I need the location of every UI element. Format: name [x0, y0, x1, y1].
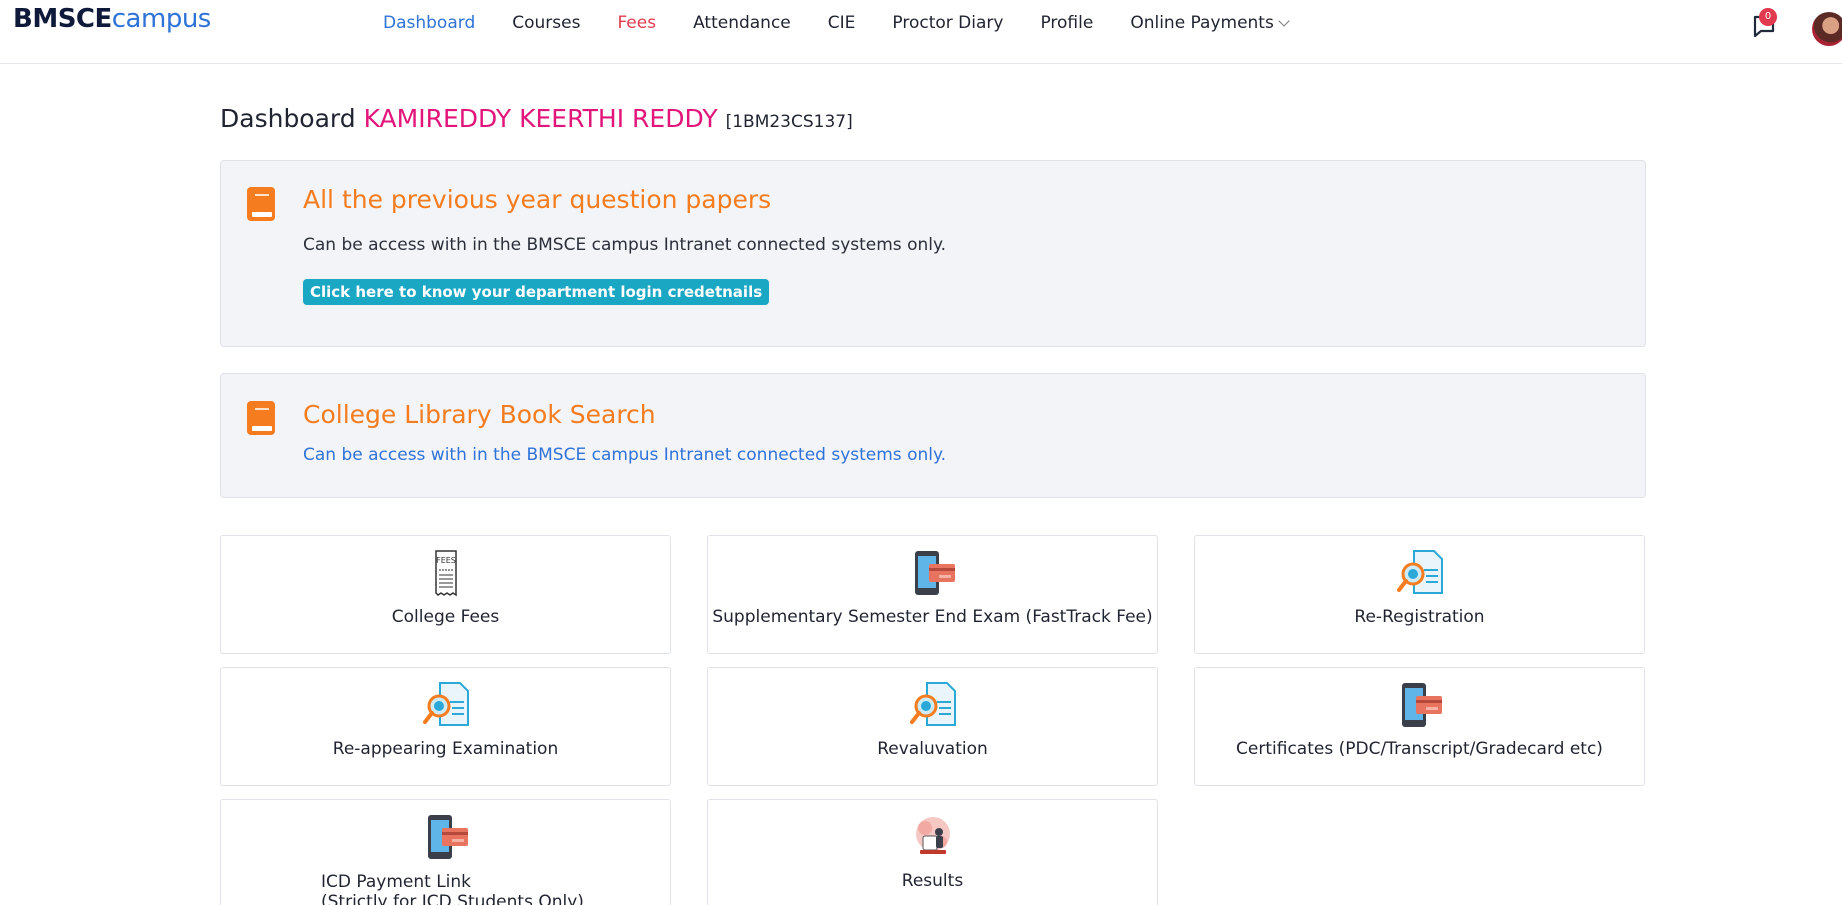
top-navbar: BMSCEcampus Dashboard Courses Fees Atten…: [0, 0, 1842, 64]
nav-profile[interactable]: Profile: [1040, 13, 1093, 33]
mobile-payment-icon: [1401, 683, 1442, 727]
nav-courses[interactable]: Courses: [512, 13, 580, 33]
brand-logo[interactable]: BMSCEcampus: [13, 4, 211, 34]
chevron-down-icon: [1278, 15, 1290, 27]
mobile-payment-icon: [914, 551, 955, 595]
page-title-prefix: Dashboard: [220, 104, 356, 133]
tile-label-block: ICD Payment Link (Strictly for ICD Stude…: [321, 872, 770, 905]
question-papers-note: Can be access with in the BMSCE campus I…: [303, 235, 947, 255]
tile-icd-payment-link[interactable]: ICD Payment Link (Strictly for ICD Stude…: [220, 799, 671, 905]
nav-attendance[interactable]: Attendance: [693, 13, 791, 33]
document-search-icon: [1396, 550, 1443, 594]
notification-badge: 0: [1759, 8, 1777, 26]
document-search-icon: [422, 682, 469, 726]
main-nav: Dashboard Courses Fees Attendance CIE Pr…: [383, 13, 1325, 33]
logo-bold: BMSCE: [13, 4, 112, 34]
fees-receipt-icon: FEES: [434, 550, 457, 597]
tile-label: Re-appearing Examination: [332, 739, 559, 759]
tile-label: Certificates (PDC/Transcript/Gradecard e…: [1236, 739, 1603, 759]
tile-label: Supplementary Semester End Exam (FastTra…: [712, 607, 1153, 627]
avatar[interactable]: [1812, 12, 1842, 46]
tile-label: ICD Payment Link: [321, 872, 472, 892]
library-search-card[interactable]: College Library Book Search Can be acces…: [220, 373, 1646, 498]
question-papers-card: All the previous year question papers Ca…: [220, 160, 1646, 347]
tile-certificates[interactable]: Certificates (PDC/Transcript/Gradecard e…: [1194, 667, 1645, 786]
library-search-title: College Library Book Search: [303, 400, 656, 429]
results-illustration-icon: [915, 817, 950, 854]
tile-label: Revaluvation: [877, 739, 988, 759]
nav-online-payments-label: Online Payments: [1130, 13, 1274, 33]
tile-revaluvation[interactable]: Revaluvation: [707, 667, 1158, 786]
tile-label: College Fees: [391, 607, 500, 627]
nav-online-payments[interactable]: Online Payments: [1130, 13, 1290, 33]
page-title: Dashboard KAMIREDDY KEERTHI REDDY [1BM23…: [220, 104, 853, 133]
tile-results[interactable]: Results: [707, 799, 1158, 905]
nav-fees[interactable]: Fees: [617, 13, 656, 33]
document-search-icon: [909, 682, 956, 726]
svg-text:FEES: FEES: [436, 556, 456, 565]
login-credentials-button[interactable]: Click here to know your department login…: [303, 279, 770, 305]
book-icon: [247, 401, 275, 435]
tile-label: Results: [901, 871, 964, 891]
question-papers-title: All the previous year question papers: [303, 185, 772, 214]
tile-label: Re-Registration: [1354, 607, 1485, 627]
book-icon: [247, 187, 275, 221]
library-search-link[interactable]: Can be access with in the BMSCE campus I…: [303, 445, 946, 465]
tile-re-appearing-exam[interactable]: Re-appearing Examination: [220, 667, 671, 786]
tile-college-fees[interactable]: FEES College Fees: [220, 535, 671, 654]
mobile-payment-icon: [427, 815, 468, 859]
logo-light: campus: [111, 4, 212, 34]
student-name: KAMIREDDY KEERTHI REDDY: [363, 104, 718, 133]
tile-supplementary-exam[interactable]: Supplementary Semester End Exam (FastTra…: [707, 535, 1158, 654]
tile-re-registration[interactable]: Re-Registration: [1194, 535, 1645, 654]
student-usn: [1BM23CS137]: [725, 112, 853, 132]
nav-dashboard[interactable]: Dashboard: [383, 13, 475, 33]
nav-proctor-diary[interactable]: Proctor Diary: [892, 13, 1003, 33]
nav-cie[interactable]: CIE: [828, 13, 856, 33]
tile-sublabel: (Strictly for ICD Students Only): [321, 892, 584, 905]
